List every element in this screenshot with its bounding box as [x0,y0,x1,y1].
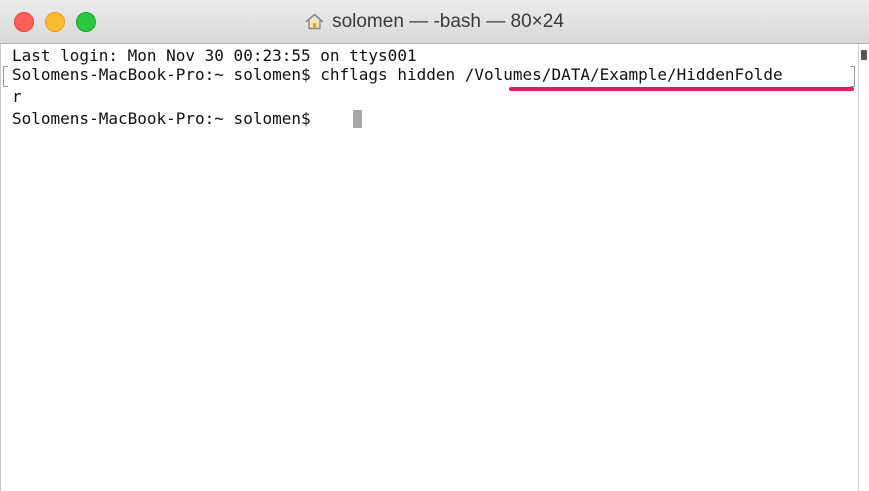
selection-bracket-right [850,66,855,87]
selection-bracket-left [3,66,8,87]
terminal-window: solomen — -bash — 80×24 Last login: Mon … [0,0,869,491]
terminal-line-command: Solomens-MacBook-Pro:~ solomen$ chflags … [12,65,783,84]
terminal-line-wrap: r [12,87,22,106]
home-icon [305,3,324,47]
terminal-cursor [353,110,362,128]
path-highlight-underline [509,87,854,91]
scrollbar[interactable] [858,44,869,491]
terminal-content[interactable]: Last login: Mon Nov 30 00:23:55 on ttys0… [0,44,858,491]
terminal-line-prompt: Solomens-MacBook-Pro:~ solomen$ [12,109,321,128]
window-title-text: solomen — -bash — 80×24 [332,11,564,32]
window-title: solomen — -bash — 80×24 [0,0,869,44]
title-bar[interactable]: solomen — -bash — 80×24 [0,0,869,44]
scroll-marker[interactable] [861,50,867,60]
